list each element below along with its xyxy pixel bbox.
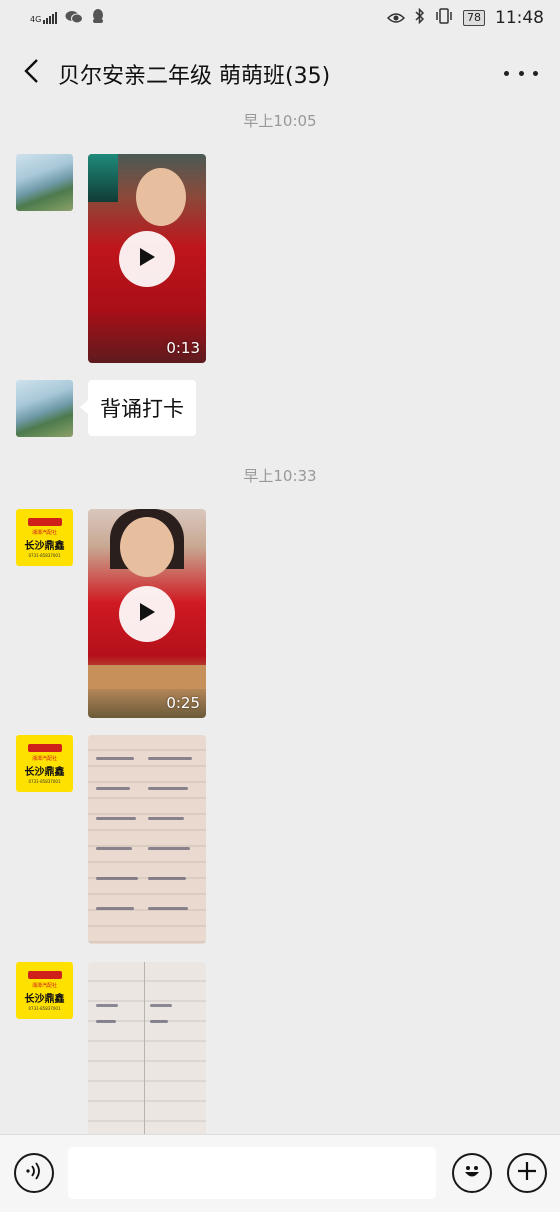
more-icon (504, 70, 538, 76)
logo-car-shape (27, 517, 62, 526)
logo-main-text: 长沙鼎鑫 (24, 766, 65, 778)
handwriting (96, 1004, 118, 1007)
logo-main-text: 长沙鼎鑫 (24, 540, 65, 552)
logo-bottom-text: 0731-85837001 (28, 778, 61, 784)
handwriting (148, 847, 190, 850)
video-thumbnail-book (88, 665, 206, 689)
handwriting (96, 1020, 116, 1023)
handwriting (96, 787, 130, 790)
handwriting (96, 877, 138, 880)
network-type: 4G (30, 15, 42, 24)
video-message[interactable]: 0:13 (88, 154, 206, 363)
voice-button[interactable] (14, 1153, 54, 1193)
logo-top-text: 湘潭汽配社 (31, 982, 57, 989)
logo-bottom-text: 0731-85837001 (28, 552, 61, 558)
handwriting (148, 787, 188, 790)
logo-main-text: 长沙鼎鑫 (24, 993, 65, 1005)
plus-icon (516, 1160, 538, 1186)
back-arrow-icon (23, 58, 39, 88)
vibrate-icon (435, 8, 453, 28)
image-message[interactable] (88, 962, 206, 1134)
text-message-bubble[interactable]: 背诵打卡 (80, 380, 196, 436)
status-right: 78 11:48 (386, 7, 544, 28)
logo-car-shape (27, 743, 62, 752)
play-icon (138, 602, 156, 626)
clock: 11:48 (495, 8, 544, 28)
message-text: 背诵打卡 (100, 397, 184, 421)
column-divider (144, 962, 145, 1134)
avatar[interactable] (16, 380, 73, 437)
handwriting (96, 847, 132, 850)
more-actions-button[interactable] (507, 1153, 547, 1193)
play-button[interactable] (119, 231, 175, 287)
back-button[interactable] (16, 56, 46, 90)
emoji-icon (460, 1159, 484, 1187)
video-background (88, 154, 118, 202)
video-duration: 0:13 (166, 339, 200, 357)
logo-bottom-text: 0731-85837001 (28, 1005, 61, 1011)
handwriting (150, 1020, 168, 1023)
chat-title: 贝尔安亲二年级 萌萌班(35) (58, 64, 331, 89)
signal-bars-icon (43, 12, 58, 24)
wechat-icon (65, 9, 84, 28)
chat-header: 贝尔安亲二年级 萌萌班(35) (0, 44, 560, 104)
video-thumbnail-face (120, 517, 174, 577)
handwriting (148, 877, 186, 880)
emoji-button[interactable] (452, 1153, 492, 1193)
message-timestamp: 早上10:05 (243, 112, 317, 130)
avatar[interactable] (16, 154, 73, 211)
battery-indicator: 78 (463, 10, 485, 26)
handwriting (148, 907, 188, 910)
voice-icon (24, 1161, 44, 1185)
signal-indicator: 4G (30, 12, 58, 24)
qq-icon (91, 8, 105, 28)
status-left: 4G (30, 8, 105, 28)
handwriting (148, 757, 192, 760)
image-message[interactable] (88, 735, 206, 944)
handwriting (96, 817, 136, 820)
video-duration: 0:25 (166, 694, 200, 712)
status-bar: 4G 78 11:48 (0, 0, 560, 40)
avatar[interactable]: 湘潭汽配社 长沙鼎鑫 0731-85837001 (16, 735, 73, 792)
handwriting (148, 817, 184, 820)
more-button[interactable] (504, 58, 538, 88)
play-button[interactable] (119, 586, 175, 642)
logo-top-text: 湘潭汽配社 (31, 755, 57, 762)
video-thumbnail-face (136, 168, 186, 226)
avatar[interactable]: 湘潭汽配社 长沙鼎鑫 0731-85837001 (16, 962, 73, 1019)
message-input[interactable] (68, 1147, 436, 1199)
chat-input-bar (0, 1134, 560, 1212)
handwriting (150, 1004, 172, 1007)
logo-car-shape (27, 970, 62, 979)
video-message[interactable]: 0:25 (88, 509, 206, 718)
eye-icon (386, 9, 406, 28)
play-icon (138, 247, 156, 271)
handwriting (96, 907, 134, 910)
logo-top-text: 湘潭汽配社 (31, 529, 57, 536)
message-timestamp: 早上10:33 (243, 467, 317, 485)
bluetooth-icon (415, 7, 425, 28)
avatar[interactable]: 湘潭汽配社 长沙鼎鑫 0731-85837001 (16, 509, 73, 566)
handwriting (96, 757, 134, 760)
